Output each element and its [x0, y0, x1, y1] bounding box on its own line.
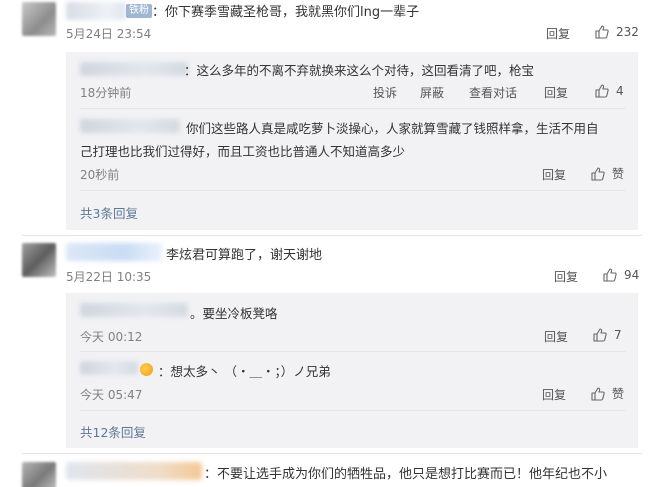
thumbs-up-icon [593, 328, 607, 342]
reply-time: 18分钟前 [80, 86, 132, 100]
thumbs-up-icon [595, 84, 609, 98]
divider [80, 108, 626, 109]
reply-list: 。要坐冷板凳咯 今天 00:12 回复 7 ：想太多丶 （・＿・；）ノ兄弟 今天… [66, 293, 638, 448]
thumbs-up-icon [591, 166, 605, 181]
like-button[interactable]: 赞 [590, 165, 624, 182]
thumbs-up-icon [595, 25, 609, 39]
like-label: 赞 [612, 387, 625, 401]
reply-button[interactable]: 回复 [542, 386, 566, 403]
comment-divider [22, 453, 642, 454]
fan-badge: 铁粉 [126, 4, 152, 18]
reply-list: ：这么多年的不离不弃就换来这么个对待，这回看清了吧，枪宝 18分钟前 投诉 屏蔽… [66, 52, 638, 230]
like-label: 赞 [612, 167, 625, 181]
comment-divider [22, 235, 642, 236]
view-conversation-button[interactable]: 查看对话 [469, 84, 517, 101]
reply-text: ：想太多丶 （・＿・；）ノ兄弟 [158, 364, 331, 379]
comment-time: 5月22日 10:35 [66, 270, 152, 284]
user-name[interactable] [66, 462, 202, 480]
reply-time: 今天 00:12 [80, 330, 143, 344]
reply-button[interactable]: 回复 [554, 268, 578, 285]
user-name[interactable] [66, 243, 162, 261]
like-button[interactable]: 赞 [590, 385, 624, 402]
reply-user-name[interactable] [80, 62, 188, 76]
user-name[interactable] [66, 2, 126, 20]
comment-time: 5月24日 23:54 [66, 27, 152, 41]
reply-text: ：这么多年的不离不弃就换来这么个对待，这回看清了吧，枪宝 [184, 63, 535, 78]
comment-text: ：不要让选手成为你们的牺牲品，他只是想打比赛而已！他年纪也不小 [204, 467, 608, 482]
reply-text-continued: 己打理也比我们过得好，而且工资也比普通人不知道高多少 [80, 144, 406, 159]
reply-user-name[interactable] [80, 303, 188, 317]
like-count: 4 [616, 84, 624, 98]
reply-text: 。要坐冷板凳咯 [190, 306, 278, 321]
reply-text: 你们这些路人真是咸吃萝卜淡操心，人家就算雪藏了钱照样拿，生活不用自 [186, 121, 599, 136]
like-button[interactable]: 232 [594, 24, 639, 40]
divider [80, 351, 626, 352]
reply-time: 20秒前 [80, 168, 120, 182]
report-button[interactable]: 投诉 [373, 84, 397, 101]
like-button[interactable]: 4 [594, 83, 624, 99]
reply-user-name[interactable] [80, 361, 138, 375]
emoji-icon [140, 363, 153, 376]
like-button[interactable]: 94 [602, 267, 639, 283]
like-count: 94 [624, 268, 640, 282]
more-replies-link[interactable]: 共3条回复 [80, 203, 138, 222]
comment-text: ：你下赛季雪藏圣枪哥，我就黑你们lng一辈子 [152, 5, 420, 20]
avatar[interactable] [22, 2, 56, 36]
avatar[interactable] [22, 243, 56, 277]
reply-button[interactable]: 回复 [544, 328, 568, 345]
avatar[interactable] [22, 462, 56, 487]
reply-button[interactable]: 回复 [542, 166, 566, 183]
divider [80, 410, 626, 411]
more-replies-link[interactable]: 共12条回复 [80, 422, 146, 441]
thumbs-up-icon [591, 386, 605, 401]
like-button[interactable]: 7 [592, 327, 622, 343]
comment-text: 李炫君可算跑了，谢天谢地 [166, 248, 323, 263]
block-button[interactable]: 屏蔽 [420, 84, 444, 101]
reply-button[interactable]: 回复 [544, 84, 568, 101]
like-count: 7 [614, 328, 622, 342]
reply-button[interactable]: 回复 [546, 25, 570, 42]
divider [80, 190, 626, 191]
thumbs-up-icon [603, 268, 617, 282]
reply-user-name[interactable] [80, 119, 180, 133]
reply-time: 今天 05:47 [80, 388, 143, 402]
like-count: 232 [616, 25, 639, 39]
